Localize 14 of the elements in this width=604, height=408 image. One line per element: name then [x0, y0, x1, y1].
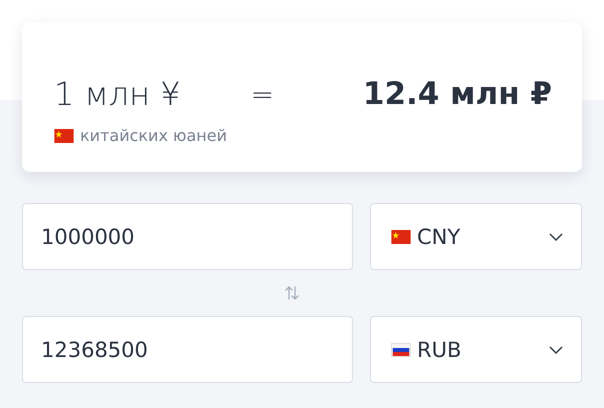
amount-text: 1 млн ¥	[54, 75, 181, 113]
flag-icon	[391, 230, 411, 244]
flag-icon	[391, 342, 411, 356]
chevron-icon	[549, 232, 563, 240]
amount-field[interactable]: 12368500	[22, 316, 353, 383]
currency-select[interactable]: RUB	[370, 316, 582, 383]
currency-name: китайских юаней	[80, 126, 227, 145]
flag-icon	[54, 128, 74, 142]
currency-select[interactable]: CNY	[370, 203, 582, 270]
amount-field[interactable]: 1000000	[22, 203, 353, 270]
result-text: 12.4 млн ₽	[362, 76, 552, 112]
swap-icon[interactable]	[284, 285, 300, 301]
chevron-icon	[549, 346, 563, 354]
equals-sign: =	[250, 78, 274, 110]
